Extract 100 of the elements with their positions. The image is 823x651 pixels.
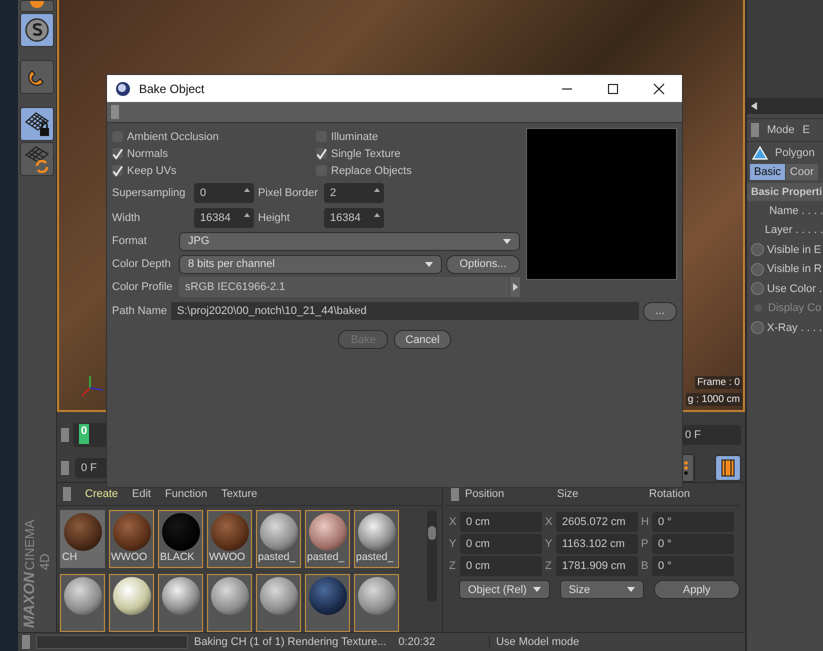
caret-icon — [425, 262, 433, 266]
material-preview — [308, 577, 346, 615]
material-swatch[interactable] — [256, 574, 301, 632]
apply-button[interactable]: Apply — [654, 580, 740, 599]
mode-dropdown[interactable]: Object (Rel) — [459, 580, 550, 599]
window-title: Bake Object — [139, 82, 206, 96]
material-swatch[interactable]: CH — [60, 510, 105, 568]
checkbox[interactable] — [316, 148, 327, 159]
rotation-field[interactable]: 0 ° — [652, 512, 734, 532]
refresh-grid-button[interactable] — [20, 142, 54, 176]
radio-button[interactable] — [751, 321, 764, 334]
material-swatch[interactable]: pasted_ — [305, 510, 350, 568]
number-field[interactable]: 2 — [324, 182, 384, 202]
field-label: X-Ray . . . . — [767, 322, 822, 334]
menu-item[interactable]: E — [802, 124, 810, 136]
axis-label: H — [641, 516, 649, 528]
grip-handle[interactable] — [63, 487, 71, 501]
material-preview — [162, 577, 200, 615]
maximize-icon — [607, 82, 619, 94]
radio-button[interactable] — [751, 282, 764, 296]
grip-handle[interactable] — [111, 105, 119, 119]
checkbox[interactable] — [112, 165, 123, 176]
field-label: Name . . . . — [769, 204, 823, 217]
grip-handle[interactable] — [61, 460, 69, 475]
material-swatch[interactable] — [158, 574, 203, 632]
option-label: Replace Objects — [331, 164, 412, 176]
grip-handle[interactable] — [751, 123, 759, 137]
menu-item[interactable]: Texture — [221, 488, 258, 500]
rotation-field[interactable]: 0 ° — [652, 534, 734, 554]
size-field[interactable]: 1163.102 cm — [556, 534, 638, 554]
s-circle-icon — [24, 17, 50, 43]
material-swatch[interactable]: pasted_ — [256, 510, 301, 568]
menu-item[interactable]: Edit — [132, 488, 151, 500]
material-swatch[interactable] — [305, 574, 350, 632]
path-field[interactable]: S:\proj2020\00_notch\10_21_44\baked — [171, 302, 639, 320]
material-swatch[interactable] — [207, 574, 252, 632]
menu-item[interactable]: Function — [165, 488, 208, 500]
material-preview — [162, 513, 200, 551]
position-field[interactable]: 0 cm — [460, 556, 542, 576]
rotation-field[interactable]: 0 ° — [652, 556, 734, 576]
tool-button[interactable] — [20, 0, 54, 12]
axis-label: X — [545, 516, 553, 528]
position-field[interactable]: 0 cm — [460, 534, 542, 554]
snap-button[interactable] — [20, 13, 54, 47]
grip-handle[interactable] — [22, 635, 30, 649]
viewport-info: Frame : 0 — [695, 376, 742, 389]
material-preview — [358, 577, 396, 615]
size-field[interactable]: 2605.072 cm — [556, 512, 638, 532]
material-swatch[interactable]: WWOO — [207, 510, 252, 568]
radio-button[interactable] — [751, 243, 764, 256]
size-field[interactable]: 1781.909 cm — [556, 556, 638, 576]
profile-menu-button[interactable] — [510, 277, 520, 297]
size-dropdown[interactable]: Size — [560, 580, 644, 599]
field-label: Width — [112, 212, 142, 224]
film-icon — [721, 458, 735, 477]
timeline-button[interactable] — [715, 454, 741, 481]
spinner-icon — [374, 212, 380, 216]
caret-icon — [626, 587, 635, 592]
color-depth-dropdown[interactable]: 8 bits per channel — [179, 254, 442, 274]
material-name: WWOO — [208, 551, 246, 563]
material-preview — [308, 513, 346, 551]
field-label: Format — [112, 235, 148, 247]
number-field[interactable]: 16384 — [324, 208, 384, 228]
material-swatch[interactable] — [354, 574, 399, 632]
checkbox[interactable] — [112, 148, 123, 159]
menu-item[interactable]: Mode — [767, 124, 795, 136]
material-swatch[interactable]: pasted_ — [354, 510, 399, 568]
material-swatch[interactable]: WWOO — [109, 510, 154, 568]
material-swatch[interactable] — [109, 574, 154, 632]
material-preview — [112, 513, 150, 551]
tab[interactable]: Coor — [786, 164, 818, 180]
lock-grid-button[interactable] — [20, 107, 54, 141]
browse-button[interactable]: ... — [643, 302, 677, 320]
grip-handle[interactable] — [61, 428, 69, 442]
position-field[interactable]: 0 cm — [460, 512, 542, 532]
dialog-button[interactable]: Cancel — [394, 330, 451, 349]
scrollbar[interactable] — [427, 510, 437, 602]
menu-item[interactable]: Create — [85, 488, 118, 500]
polygon-object-icon — [751, 145, 769, 161]
column-header: Position — [465, 488, 506, 500]
number-field[interactable]: 16384 — [194, 208, 254, 228]
material-swatch[interactable] — [60, 574, 105, 632]
scrollbar[interactable] — [747, 98, 823, 114]
field-label: Visible in E — [767, 244, 822, 256]
grip-handle[interactable] — [451, 487, 459, 501]
status-hint: Use Model mode — [489, 636, 580, 648]
number-field[interactable]: 0 — [194, 182, 254, 202]
axis-label: X — [449, 516, 457, 528]
checkmark-icon — [112, 164, 123, 176]
color-profile-field[interactable]: sRGB IEC61966-2.1 — [179, 277, 509, 297]
material-swatch[interactable]: BLACK — [158, 510, 203, 568]
radio-button[interactable] — [751, 262, 764, 276]
options-button[interactable]: Options... — [446, 254, 520, 274]
axis-label: Z — [545, 560, 553, 572]
tab[interactable]: Basic — [750, 164, 785, 180]
material-name: WWOO — [110, 551, 148, 563]
status-message: Baking CH (1 of 1) Rendering Texture... — [194, 636, 386, 648]
option-label: Single Texture — [331, 148, 401, 160]
format-dropdown[interactable]: JPG — [179, 232, 520, 250]
field-label: Display Co — [768, 302, 822, 314]
